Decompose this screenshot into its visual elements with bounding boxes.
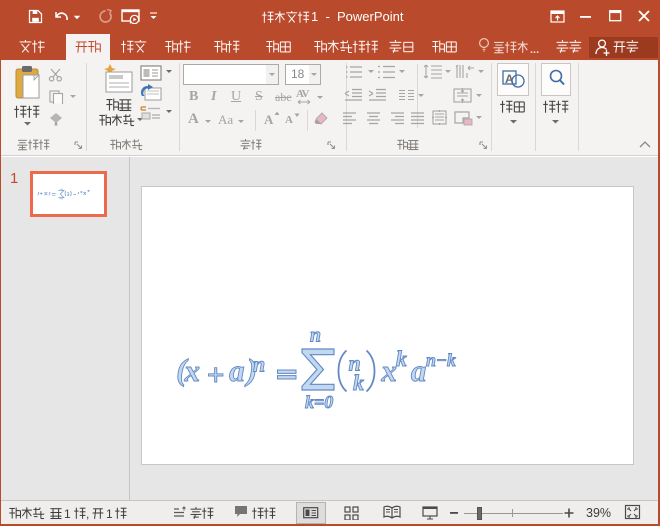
svg-text:n−k: n−k [426, 350, 456, 370]
svg-text:x: x [380, 353, 397, 388]
svg-text:k=0: k=0 [305, 392, 333, 412]
svg-text:+: + [207, 357, 225, 392]
svg-text:x: x [184, 353, 201, 388]
svg-text:a: a [229, 353, 245, 388]
svg-text:k: k [353, 370, 364, 395]
svg-text:n: n [310, 324, 321, 346]
svg-text:n: n [253, 351, 265, 376]
svg-text:a: a [411, 353, 427, 388]
svg-text:k: k [396, 346, 407, 371]
